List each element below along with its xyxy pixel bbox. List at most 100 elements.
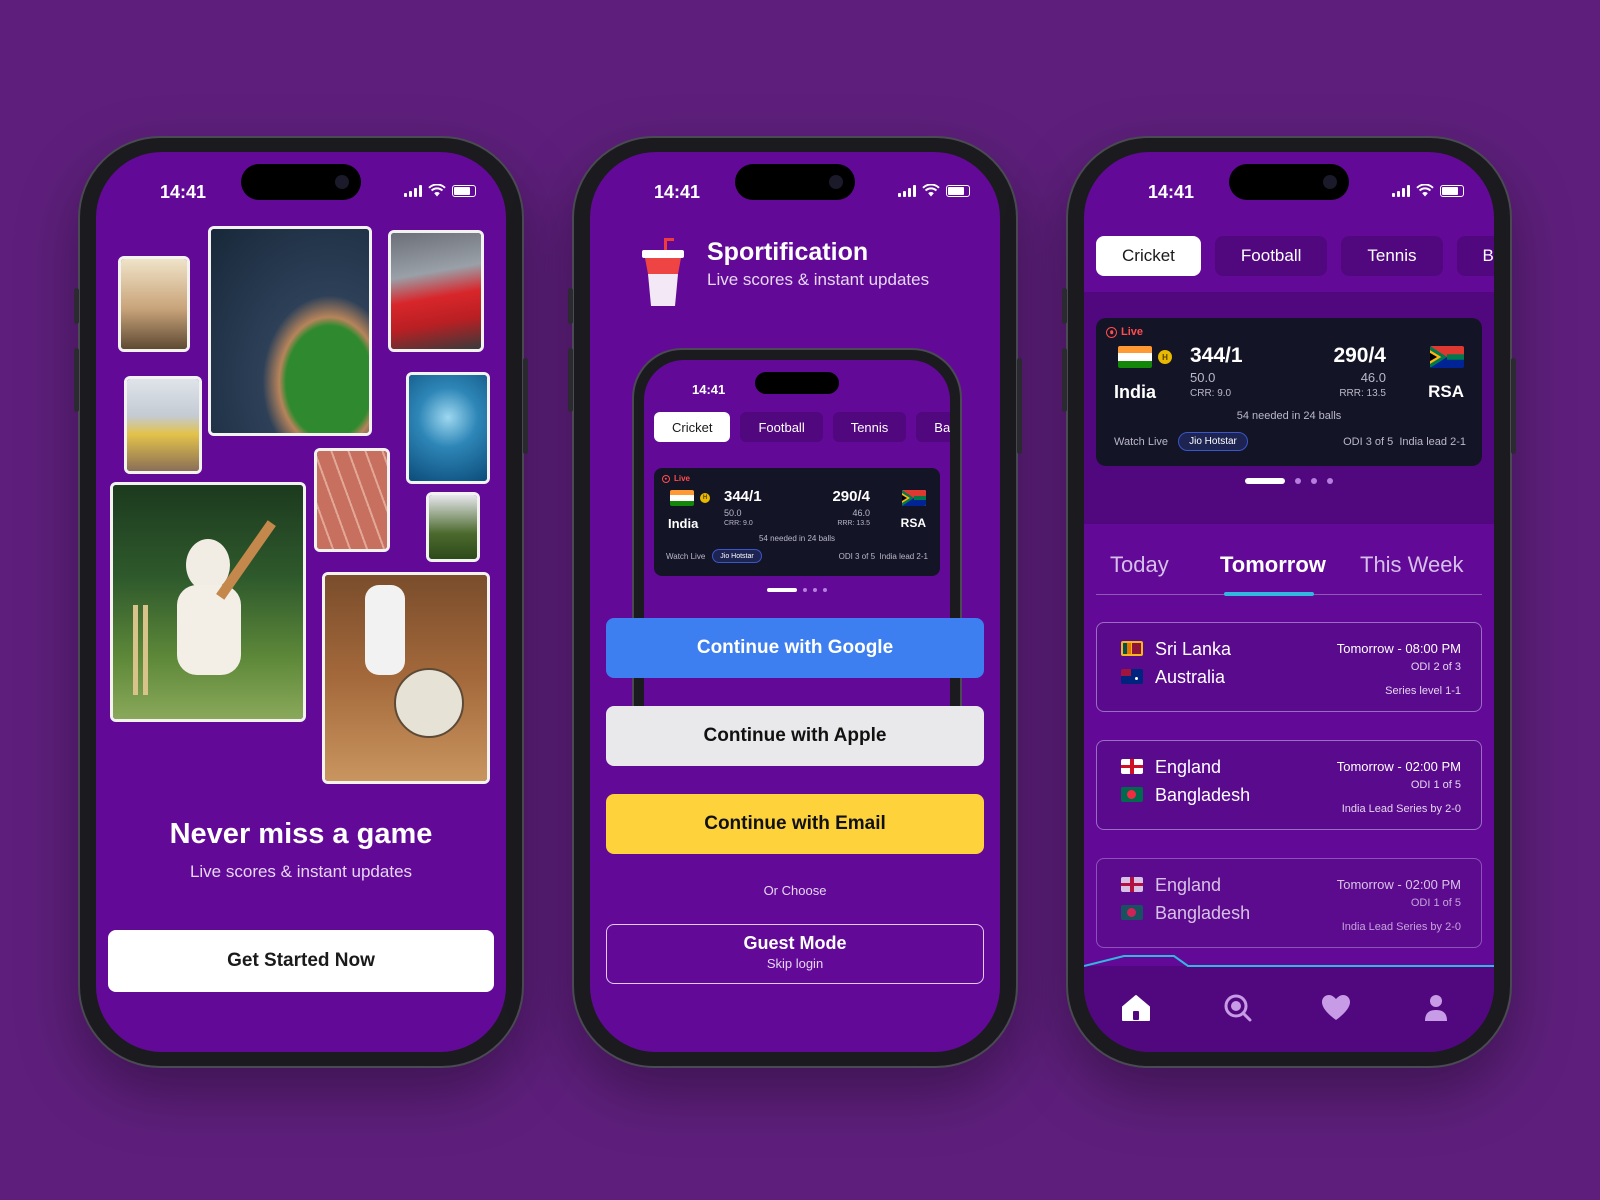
team1-name: India <box>668 516 699 531</box>
team1-name: India <box>1114 382 1157 402</box>
onboarding-title: Never miss a game <box>169 818 433 850</box>
battery-icon <box>452 184 476 197</box>
tab-cricket[interactable]: Cricket <box>1096 236 1201 276</box>
match-odi: ODI 1 of 5 <box>1410 779 1461 791</box>
team1-score: 344/1 <box>1190 344 1243 367</box>
series-status: ODI 3 of 5 India lead 2-1 <box>1343 436 1466 448</box>
england-flag-icon <box>1121 759 1143 774</box>
status-time: 14:41 <box>160 182 207 202</box>
continue-email-button[interactable]: Continue with Email <box>606 794 984 854</box>
preview-tab-tennis: Tennis <box>832 412 907 442</box>
nav-accent-line <box>1084 955 1494 967</box>
batting-badge: H <box>1158 350 1172 364</box>
period-today[interactable]: Today <box>1110 552 1169 578</box>
match-card[interactable]: Sri Lanka Australia Tomorrow - 08:00 PM … <box>1096 622 1482 712</box>
status-bar: 14:41 <box>590 152 1000 216</box>
match-time: Tomorrow - 08:00 PM <box>1336 641 1461 656</box>
wifi-icon <box>428 184 446 197</box>
team1-overs: 50.0 <box>1190 370 1216 385</box>
team1-score: 344/1 <box>724 488 762 505</box>
app-tagline: Live scores & instant updates <box>707 270 930 289</box>
match-odi: ODI 2 of 3 <box>1410 661 1461 673</box>
period-active-indicator <box>1224 592 1314 596</box>
team2-overs: 46.0 <box>852 508 870 518</box>
preview-tab-more: Ba <box>916 412 950 442</box>
sport-tabs: Cricket Football Tennis Ba <box>1096 236 1494 276</box>
match-series: Series level 1-1 <box>1385 685 1461 697</box>
match-team2: Australia <box>1155 667 1226 687</box>
login-screen: 14:41 Sportification Live scores & insta… <box>590 152 1000 1052</box>
preview-time: 14:41 <box>692 382 726 397</box>
guest-mode-subtitle: Skip login <box>766 956 824 971</box>
team2-rate: RRR: 13.5 <box>837 520 870 527</box>
match-team1: England <box>1155 875 1222 895</box>
signal-icon <box>404 184 422 197</box>
preview-tab-football: Football <box>740 412 823 442</box>
tab-football[interactable]: Football <box>1214 236 1328 276</box>
match-team1: England <box>1155 757 1222 777</box>
broadcaster-pill[interactable]: Jio Hotstar <box>1178 432 1248 451</box>
continue-apple-button[interactable]: Continue with Apple <box>606 706 984 766</box>
battery-icon <box>1440 184 1464 197</box>
tab-tennis[interactable]: Tennis <box>1341 236 1443 276</box>
team2-overs: 46.0 <box>1360 370 1386 385</box>
football-photo <box>426 492 480 562</box>
live-label: Live <box>1121 326 1144 338</box>
status-bar: 14:41 <box>96 152 506 216</box>
or-choose-label: Or Choose <box>763 883 827 898</box>
status-time: 14:41 <box>1148 182 1195 202</box>
dynamic-island <box>735 164 855 200</box>
sri-lanka-flag-icon <box>1121 641 1143 656</box>
tab-more[interactable]: Ba <box>1456 236 1494 276</box>
cricket-photo <box>110 482 306 722</box>
series-status: ODI 3 of 5 India lead 2-1 <box>838 552 928 561</box>
search-icon <box>1224 994 1252 1022</box>
bangladesh-flag-icon <box>1121 787 1143 802</box>
broadcaster-pill: Jio Hotstar <box>712 549 762 563</box>
soccer-photo <box>322 572 490 784</box>
basketball-photo <box>118 256 190 352</box>
preview-tab-cricket: Cricket <box>654 412 731 442</box>
nav-favorites[interactable] <box>1316 988 1356 1028</box>
match-odi: ODI 1 of 5 <box>1410 897 1461 909</box>
match-team2: Bangladesh <box>1155 785 1251 805</box>
australia-flag-icon <box>1121 669 1143 684</box>
carousel-dots[interactable] <box>1245 478 1333 484</box>
swimming-photo <box>406 372 490 484</box>
get-started-button[interactable]: Get Started Now <box>108 930 494 992</box>
dynamic-island <box>241 164 361 200</box>
match-card[interactable]: England Bangladesh Tomorrow - 02:00 PM O… <box>1096 740 1482 830</box>
match-card[interactable]: England Bangladesh Tomorrow - 02:00 PM O… <box>1096 858 1482 948</box>
runs-needed: 54 needed in 24 balls <box>758 534 836 543</box>
period-this-week[interactable]: This Week <box>1360 552 1464 578</box>
guest-mode-button[interactable]: Guest Mode Skip login <box>606 924 984 984</box>
watch-live-label: Watch Live <box>666 552 706 561</box>
bangladesh-flag-icon <box>1121 905 1143 920</box>
match-time: Tomorrow - 02:00 PM <box>1336 759 1461 774</box>
soda-cup-icon <box>642 238 684 306</box>
india-flag-icon <box>670 490 694 506</box>
team2-score: 290/4 <box>832 488 870 505</box>
onboarding-screen: 14:41 Never miss a game Live scores & in… <box>96 152 506 1052</box>
volleyball-photo <box>124 376 202 474</box>
nav-home[interactable] <box>1116 988 1156 1028</box>
india-flag-icon <box>1118 346 1152 368</box>
nav-profile[interactable] <box>1416 988 1456 1028</box>
watch-live-label: Watch Live <box>1114 436 1169 448</box>
period-tabs: Today Tomorrow This Week <box>1084 552 1494 592</box>
batting-badge: H <box>700 493 710 503</box>
nav-search[interactable] <box>1218 988 1258 1028</box>
team1-rate: CRR: 9.0 <box>724 520 753 527</box>
guest-mode-title: Guest Mode <box>743 933 847 953</box>
period-tomorrow[interactable]: Tomorrow <box>1220 552 1326 578</box>
signal-icon <box>898 184 916 197</box>
south-africa-flag-icon <box>902 490 926 506</box>
live-match-card[interactable]: Live H India 344/1 50.0 CRR: 9.0 290/4 4… <box>1096 318 1482 466</box>
preview-carousel-dots <box>767 588 827 592</box>
match-series: India Lead Series by 2-0 <box>1341 803 1461 815</box>
team2-name: RSA <box>900 516 926 530</box>
continue-google-button[interactable]: Continue with Google <box>606 618 984 678</box>
match-series: India Lead Series by 2-0 <box>1341 921 1461 933</box>
match-time: Tomorrow - 02:00 PM <box>1336 877 1461 892</box>
team1-overs: 50.0 <box>724 508 742 518</box>
